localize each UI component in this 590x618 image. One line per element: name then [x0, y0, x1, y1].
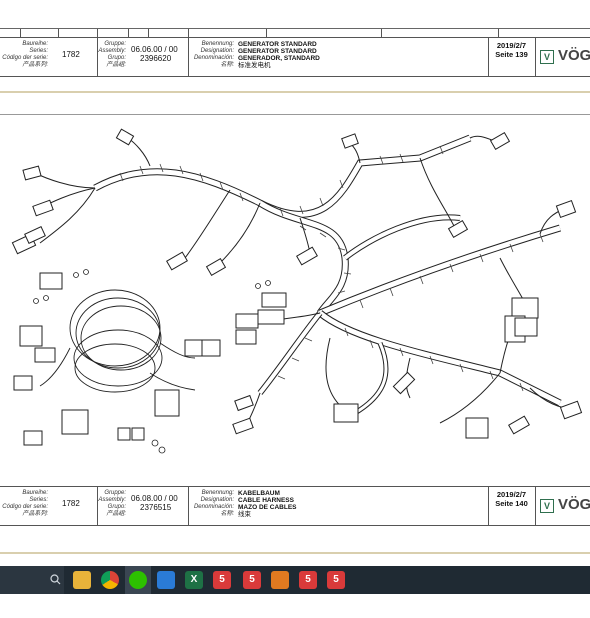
cable-harness-drawing [11, 128, 583, 454]
designation-cn: 标准发电机 [238, 62, 271, 69]
page-separator [0, 552, 590, 554]
name-label-de: Benennung: [201, 41, 234, 47]
voegele-logo-icon: V [540, 50, 554, 64]
designation-de: GENERATOR STANDARD [238, 41, 317, 48]
designation-es: GENERADOR, STANDARD [238, 55, 320, 62]
taskbar: X 5 5 5 5 [0, 566, 590, 594]
name-label-es: Denominación: [193, 504, 234, 510]
group-label-en: Assembly: [98, 48, 126, 54]
logo-text: VÖG [558, 496, 590, 513]
series-label-cn: 产品系列: [22, 511, 48, 517]
series-label-es: Código der serie: [2, 504, 48, 510]
group-label-es: Grupo: [107, 55, 126, 61]
chrome-icon[interactable] [101, 571, 119, 589]
name-label-de: Benennung: [201, 490, 234, 496]
wechat-icon[interactable] [129, 571, 147, 589]
series-value: 1782 [62, 499, 80, 508]
designation-cn: 线束 [238, 511, 251, 518]
series-value: 1782 [62, 50, 80, 59]
logo-text: VÖG [558, 47, 590, 64]
page-header-140: Baureihe: Series: Código der serie: 产品系列… [0, 486, 590, 526]
group-label-de: Gruppe: [104, 490, 126, 496]
name-label-en: Designation: [200, 48, 234, 54]
designation-de: KABELBAUM [238, 490, 280, 497]
page-separator [0, 91, 590, 93]
group-label-es: Grupo: [107, 504, 126, 510]
excel-icon[interactable]: X [185, 571, 203, 589]
group-value: 06.06.00 / 00 [131, 45, 178, 54]
app-f5-icon[interactable]: 5 [299, 571, 317, 589]
name-label-cn: 名称: [220, 62, 234, 68]
group-label-en: Assembly: [98, 497, 126, 503]
name-label-es: Denominación: [193, 55, 234, 61]
group-label-cn: 产品组: [106, 62, 126, 68]
series-label-es: Código der serie: [2, 55, 48, 61]
name-label-cn: 名称: [220, 511, 234, 517]
app-f5-icon[interactable]: 5 [327, 571, 345, 589]
group-label-de: Gruppe: [104, 41, 126, 47]
page-border [0, 114, 590, 115]
series-label-cn: 产品系列: [22, 62, 48, 68]
series-label-de: Baureihe: [22, 41, 48, 47]
page-number: Seite 140 [495, 499, 528, 508]
name-label-en: Designation: [200, 497, 234, 503]
page-header-139: Baureihe: Series: Código der serie: 产品系列… [0, 37, 590, 77]
taskbar-search-box[interactable] [0, 566, 64, 594]
group-number: 2376515 [140, 503, 172, 512]
designation-es: MAZO DE CABLES [238, 504, 297, 511]
app-icon[interactable] [157, 571, 175, 589]
page-number: Seite 139 [495, 50, 528, 59]
app-f5-icon[interactable]: 5 [213, 571, 231, 589]
designation-en: GENERATOR STANDARD [238, 48, 317, 55]
series-label-en: Series: [29, 497, 48, 503]
file-explorer-icon[interactable] [73, 571, 91, 589]
group-value: 06.08.00 / 00 [131, 494, 178, 503]
page-date: 2019/2/7 [496, 41, 527, 50]
group-number: 2396620 [140, 54, 172, 63]
top-header-strip [0, 28, 590, 37]
series-label-de: Baureihe: [22, 490, 48, 496]
search-icon [50, 574, 61, 585]
app-f5-icon[interactable]: 5 [243, 571, 261, 589]
page-date: 2019/2/7 [496, 490, 527, 499]
voegele-logo-icon: V [540, 499, 554, 513]
group-label-cn: 产品组: [106, 511, 126, 517]
series-label-en: Series: [29, 48, 48, 54]
app-orange-icon[interactable] [271, 571, 289, 589]
designation-en: CABLE HARNESS [238, 497, 294, 504]
